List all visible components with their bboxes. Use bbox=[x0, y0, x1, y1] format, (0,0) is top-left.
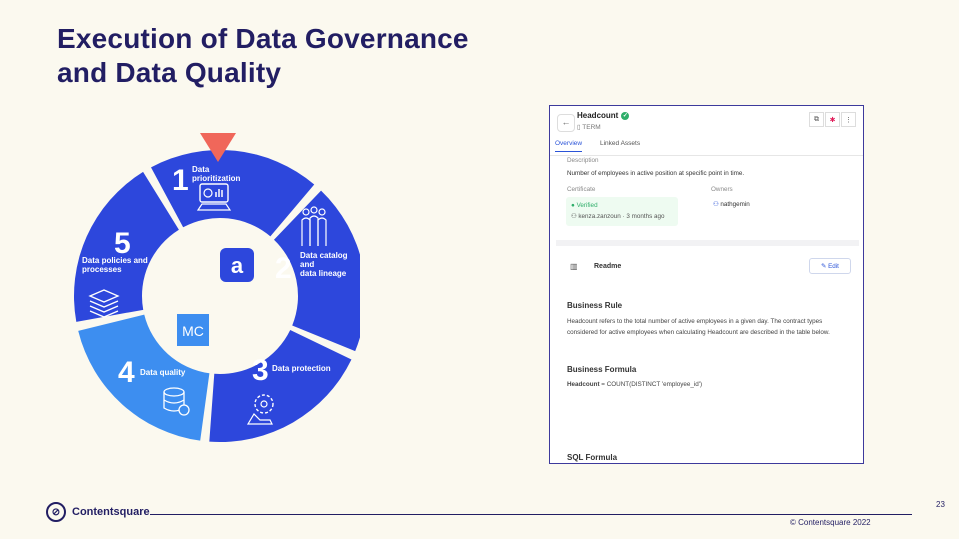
sql-formula-title: SQL Formula bbox=[567, 453, 618, 462]
atlan-logo-letter: a bbox=[231, 253, 244, 278]
verified-check-icon: ✓ bbox=[621, 111, 630, 120]
segment-2-number: 2 bbox=[275, 252, 292, 285]
slide-title-line-2: and Data Quality bbox=[57, 57, 282, 88]
section-separator bbox=[556, 240, 859, 246]
segment-1-label: Data bbox=[192, 165, 210, 174]
edit-icon: ✎ bbox=[821, 262, 827, 270]
business-rule-title: Business Rule bbox=[567, 301, 623, 310]
readme-label: Readme bbox=[594, 263, 622, 270]
business-formula-title: Business Formula bbox=[567, 365, 637, 374]
asset-type: ▯ TERM bbox=[577, 123, 601, 131]
slack-icon[interactable]: ✱ bbox=[825, 112, 840, 127]
governance-wheel: a MC 1 Dataprioritization 2 Data catalogand… bbox=[74, 133, 360, 442]
asset-name-text: Headcount bbox=[577, 111, 619, 120]
business-formula: Headcount = COUNT(DISTINCT 'employee_id'… bbox=[567, 379, 852, 390]
business-rule-text: Headcount refers to the total number of … bbox=[567, 318, 830, 336]
term-icon: ▯ bbox=[577, 124, 581, 131]
readme-header: ▥ Readme ✎ Edit bbox=[556, 252, 859, 276]
book-icon: ▥ bbox=[570, 262, 578, 271]
description-text: Number of employees in active position a… bbox=[567, 170, 745, 177]
segment-2-label: Data catalog bbox=[300, 251, 348, 260]
more-icon[interactable]: ⋮ bbox=[841, 112, 856, 127]
edit-button-label: Edit bbox=[828, 262, 839, 270]
user-icon: ⚇ bbox=[713, 201, 719, 208]
asset-detail-panel: ← Headcount ✓ ▯ TERM ⧉ ✱ ⋮ Overview Linke… bbox=[549, 105, 864, 464]
segment-1-label: prioritization bbox=[192, 174, 241, 183]
slide-title: Execution of Data Governance and Data Qu… bbox=[57, 22, 469, 90]
certificate-status-text: Verified bbox=[576, 202, 598, 209]
description-label: Description bbox=[567, 157, 599, 164]
formula-name: Headcount bbox=[567, 381, 600, 388]
asset-type-text: TERM bbox=[582, 124, 601, 131]
asset-name: Headcount ✓ bbox=[577, 111, 630, 120]
segment-5-label: processes bbox=[82, 265, 122, 274]
segment-3-label: Data protection bbox=[272, 364, 331, 373]
segment-4-number: 4 bbox=[118, 356, 135, 389]
copy-icon[interactable]: ⧉ bbox=[809, 112, 824, 127]
segment-2-label: data lineage bbox=[300, 269, 347, 278]
back-arrow-icon[interactable]: ← bbox=[557, 114, 575, 132]
certified-by: ⚇ kenza.zanzoun · 3 months ago bbox=[571, 213, 665, 220]
owners-label: Owners bbox=[711, 186, 733, 193]
certificate-label: Certificate bbox=[567, 186, 596, 193]
page-number: 23 bbox=[936, 500, 945, 509]
contentsquare-logo-icon: ⊘ bbox=[46, 502, 66, 522]
atlan-logo: a bbox=[220, 248, 254, 282]
tab-overview[interactable]: Overview bbox=[555, 140, 583, 152]
tab-linked-assets[interactable]: Linked Assets bbox=[600, 140, 640, 147]
contentsquare-logo: ⊘ Contentsquare bbox=[46, 502, 150, 522]
wheel-segment-3 bbox=[209, 329, 352, 442]
certificate-box: ● Verified ⚇ kenza.zanzoun · 3 months ag… bbox=[566, 197, 678, 226]
mc-logo: MC bbox=[177, 314, 209, 346]
segment-1-number: 1 bbox=[172, 164, 189, 197]
tab-bar: Overview Linked Assets bbox=[550, 137, 863, 156]
brand-name: Contentsquare bbox=[72, 506, 150, 518]
owner-chip[interactable]: ⚇ nathgemin bbox=[713, 201, 750, 208]
formula-expression: = COUNT(DISTINCT 'employee_id') bbox=[599, 381, 703, 388]
copyright: © Contentsquare 2022 bbox=[790, 518, 871, 527]
owner-name: nathgemin bbox=[720, 201, 750, 208]
slide-title-line-1: Execution of Data Governance bbox=[57, 23, 469, 54]
certified-by-text: kenza.zanzoun · 3 months ago bbox=[578, 213, 665, 220]
header-actions: ⧉ ✱ ⋮ bbox=[809, 112, 856, 127]
mc-logo-text: MC bbox=[182, 323, 204, 339]
edit-button[interactable]: ✎ Edit bbox=[809, 258, 851, 274]
certificate-status: ● Verified bbox=[571, 202, 598, 209]
segment-5-label: Data policies and bbox=[82, 256, 148, 265]
segment-4-label: Data quality bbox=[140, 368, 186, 377]
segment-3-number: 3 bbox=[252, 354, 269, 387]
footer-divider bbox=[150, 514, 912, 515]
segment-2-label: and bbox=[300, 260, 314, 269]
